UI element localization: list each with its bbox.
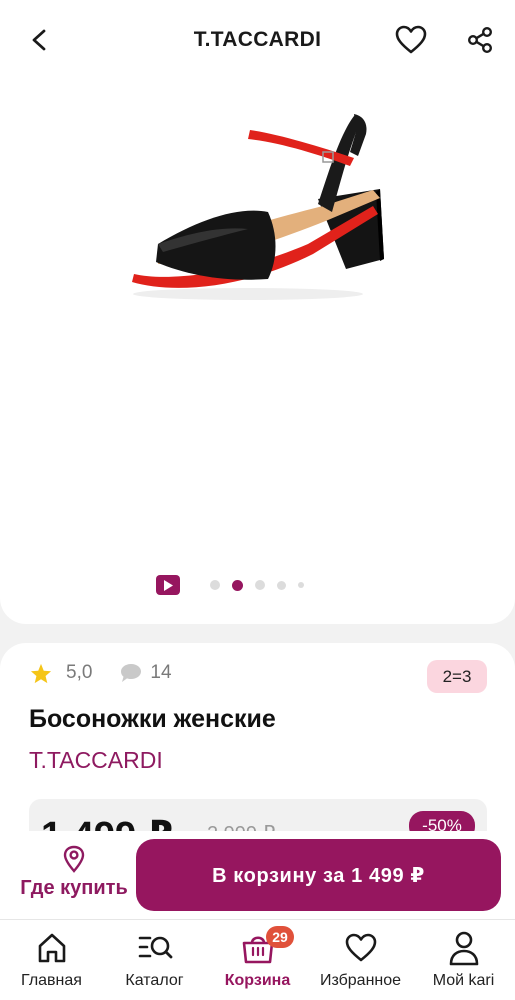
profile-icon [448, 930, 480, 966]
share-button[interactable] [462, 22, 498, 58]
purchase-bar: Где купить В корзину за 1 499 ₽ [0, 831, 515, 919]
heart-icon [345, 930, 377, 966]
slide-dot[interactable] [210, 580, 220, 590]
product-name: Босоножки женские [29, 705, 276, 733]
add-to-cart-button[interactable]: В корзину за 1 499 ₽ [136, 839, 501, 911]
nav-item-favorites[interactable]: Избранное [309, 920, 412, 1000]
slide-dot-active[interactable] [232, 579, 243, 591]
nav-label-catalog: Каталог [125, 972, 184, 989]
where-to-buy-label: Где купить [20, 877, 128, 899]
video-play-button[interactable] [156, 575, 180, 595]
slide-dot[interactable] [255, 580, 265, 590]
product-info-card: 5,0 14 2=3 Босоножки женские T.TACCARDI … [0, 643, 515, 859]
nav-label-profile: Мой kari [432, 972, 495, 989]
slide-dot[interactable] [277, 580, 286, 590]
slide-dot[interactable] [298, 582, 304, 588]
promo-badge[interactable]: 2=3 [427, 660, 487, 693]
top-bar: T.TACCARDI [0, 0, 515, 82]
page-title: T.TACCARDI [193, 28, 322, 51]
home-icon [35, 930, 69, 966]
nav-item-home[interactable]: Главная [0, 920, 103, 1000]
cart-count-badge: 29 [266, 926, 294, 948]
where-to-buy-button[interactable]: Где купить [16, 845, 132, 900]
share-icon [468, 27, 493, 54]
location-pin-icon [16, 845, 132, 873]
rating-value: 5,0 [66, 662, 93, 683]
nav-item-cart[interactable]: 29 Корзина [206, 920, 309, 1000]
slide-indicator [156, 574, 316, 596]
product-gallery[interactable] [0, 82, 515, 624]
review-count: 14 [150, 662, 172, 683]
play-icon [164, 579, 173, 591]
nav-label-cart: Корзина [224, 972, 291, 989]
catalog-search-icon [137, 930, 173, 966]
rating-row[interactable]: 5,0 14 [30, 662, 172, 684]
nav-item-profile[interactable]: Мой kari [412, 920, 515, 1000]
comment-icon [120, 663, 142, 683]
nav-label-home: Главная [21, 972, 82, 989]
nav-item-catalog[interactable]: Каталог [103, 920, 206, 1000]
product-photo[interactable] [118, 94, 398, 304]
favorite-button[interactable] [393, 22, 429, 58]
bottom-navigation: Главная Каталог 29 Корзина Избранное Мой… [0, 919, 515, 1000]
star-icon [30, 663, 52, 683]
heart-icon [395, 25, 427, 54]
nav-label-favorites: Избранное [319, 972, 402, 989]
brand-link[interactable]: T.TACCARDI [29, 747, 163, 774]
